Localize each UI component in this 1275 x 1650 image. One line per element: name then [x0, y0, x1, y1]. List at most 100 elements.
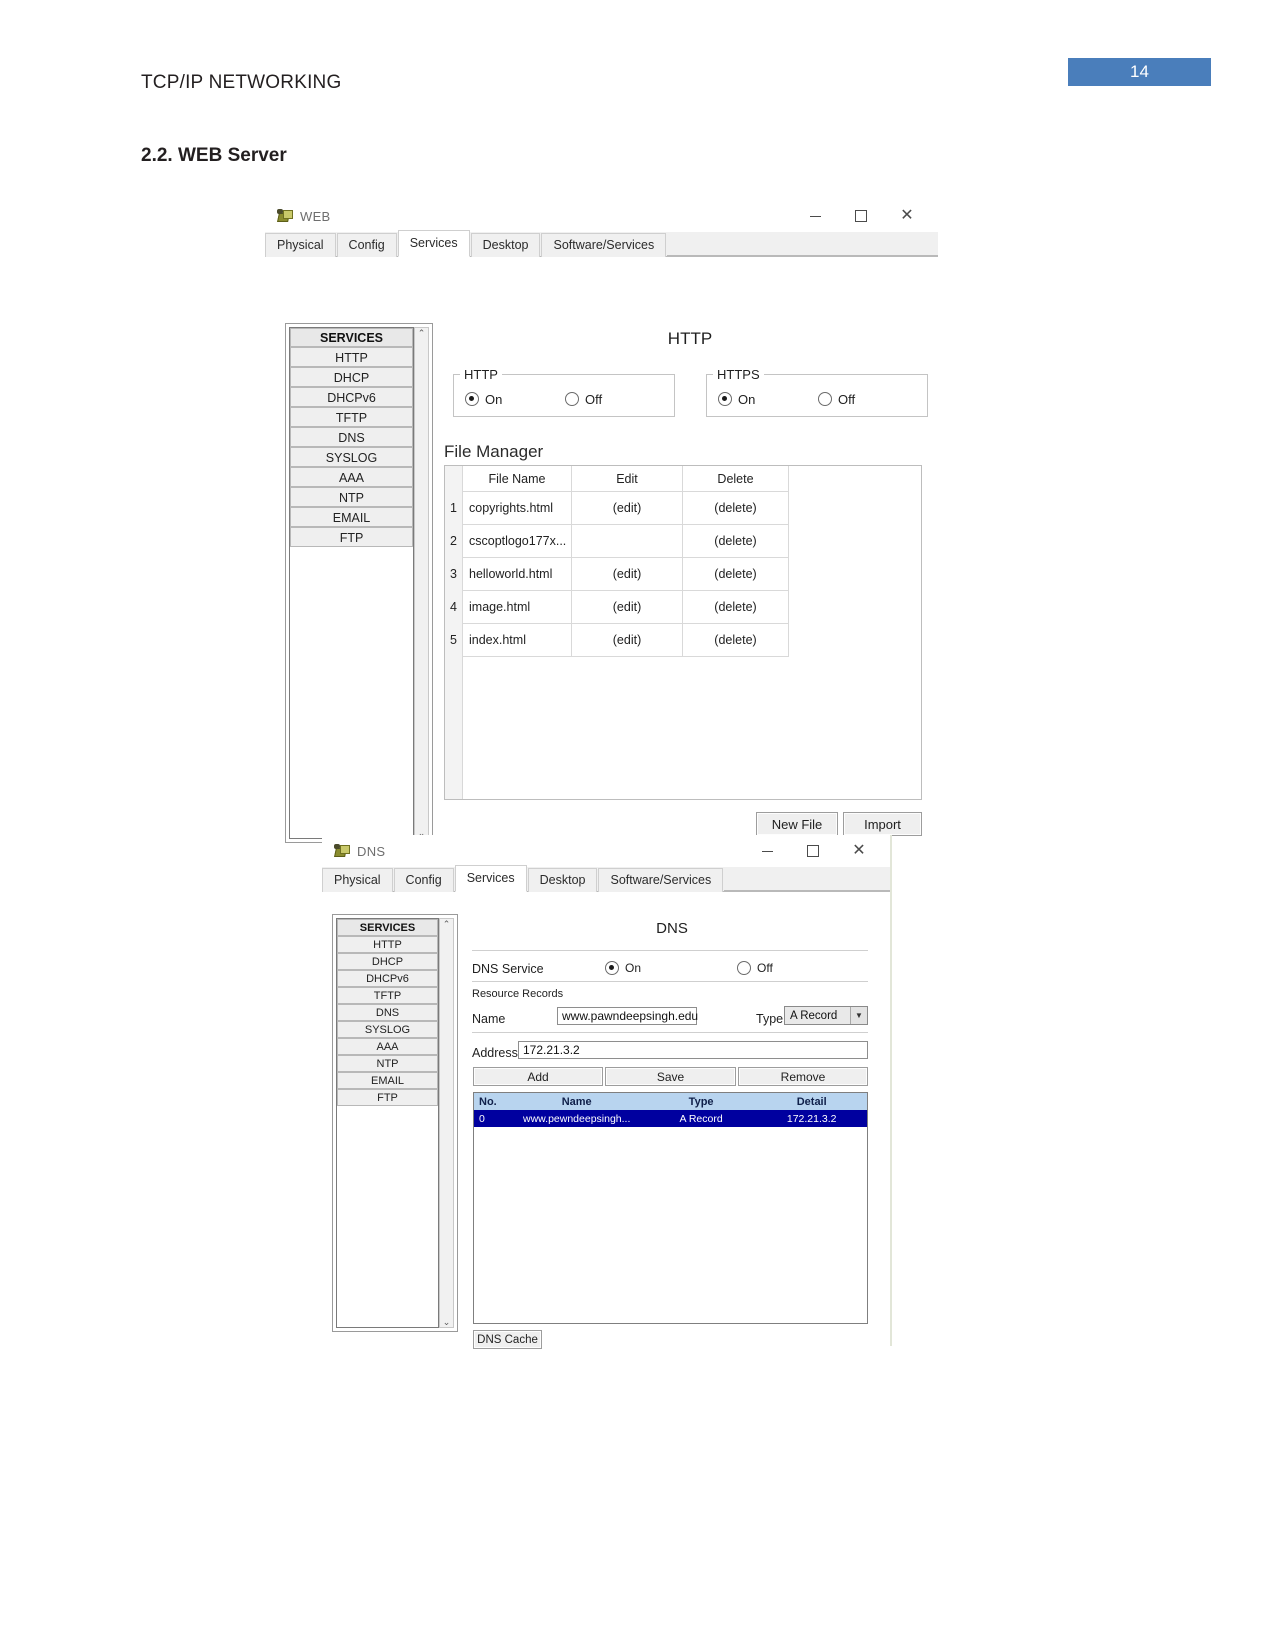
radio-empty-icon — [737, 961, 751, 975]
maximize-icon[interactable] — [838, 200, 884, 232]
tab-desktop[interactable]: Desktop — [527, 868, 598, 892]
https-off-label: Off — [838, 391, 856, 407]
address-input[interactable]: 172.21.3.2 — [518, 1041, 868, 1059]
services-list-header: SERVICES — [337, 919, 438, 936]
https-on-radio[interactable]: On — [718, 392, 818, 407]
dns-off-label: Off — [757, 961, 773, 975]
sidebar-item-aaa[interactable]: AAA — [290, 467, 413, 487]
column-type: Type — [688, 1095, 714, 1108]
http-off-radio[interactable]: Off — [565, 392, 602, 407]
close-icon[interactable]: ✕ — [836, 835, 882, 867]
name-input[interactable]: www.pawndeepsingh.edu — [557, 1007, 698, 1025]
dns-window-body: SERVICES HTTP DHCP DHCPv6 TFTP DNS SYSLO… — [322, 892, 890, 1349]
tab-config[interactable]: Config — [336, 233, 397, 257]
dns-window-titlebar: DNS ✕ — [322, 835, 890, 867]
https-radio-row: On Off — [707, 382, 927, 416]
cell-file-name: cscoptlogo177x... — [462, 524, 572, 558]
sidebar-item-email[interactable]: EMAIL — [337, 1072, 438, 1089]
tab-services[interactable]: Services — [454, 865, 527, 892]
sidebar-scrollbar[interactable]: ⌃ ⌄ — [414, 327, 429, 839]
sidebar-scrollbar[interactable]: ⌃ ⌄ — [439, 918, 454, 1328]
https-off-radio[interactable]: Off — [818, 392, 855, 407]
tab-desktop[interactable]: Desktop — [470, 233, 541, 257]
http-radio-row: On Off — [454, 382, 674, 416]
sidebar-item-dhcp[interactable]: DHCP — [337, 953, 438, 970]
sidebar-item-ntp[interactable]: NTP — [290, 487, 413, 507]
scroll-up-icon[interactable]: ⌃ — [418, 328, 426, 338]
new-file-button[interactable]: New File — [756, 812, 838, 836]
table-row: 2 cscoptlogo177x... (delete) — [445, 524, 789, 558]
maximize-icon[interactable] — [790, 835, 836, 867]
sidebar-item-http[interactable]: HTTP — [337, 936, 438, 953]
sidebar-item-tftp[interactable]: TFTP — [290, 407, 413, 427]
delete-link[interactable]: (delete) — [682, 491, 789, 525]
tab-software-services[interactable]: Software/Services — [541, 233, 667, 257]
web-server-window: WEB ✕ Physical Config Services Desktop S… — [265, 200, 938, 843]
remove-button[interactable]: Remove — [738, 1067, 868, 1086]
name-label: Name — [472, 1012, 506, 1026]
tab-software-services[interactable]: Software/Services — [598, 868, 724, 892]
web-window-body: SERVICES HTTP DHCP DHCPv6 TFTP DNS SYSLO… — [265, 257, 938, 843]
delete-link[interactable]: (delete) — [682, 524, 789, 558]
sidebar-item-syslog[interactable]: SYSLOG — [290, 447, 413, 467]
section-heading: 2.2. WEB Server — [141, 145, 287, 166]
web-services-sidebar: SERVICES HTTP DHCP DHCPv6 TFTP DNS SYSLO… — [285, 323, 433, 843]
sidebar-item-dns[interactable]: DNS — [337, 1004, 438, 1021]
sidebar-item-aaa[interactable]: AAA — [337, 1038, 438, 1055]
http-off-label: Off — [585, 391, 603, 407]
sidebar-item-email[interactable]: EMAIL — [290, 507, 413, 527]
delete-link[interactable]: (delete) — [682, 557, 789, 591]
chevron-down-icon[interactable]: ▼ — [850, 1007, 867, 1024]
import-button[interactable]: Import — [843, 812, 922, 836]
column-detail: Detail — [796, 1095, 827, 1108]
minimize-icon[interactable] — [744, 835, 790, 867]
cell-file-name: image.html — [462, 590, 572, 624]
edit-link[interactable]: (edit) — [571, 590, 683, 624]
save-button[interactable]: Save — [605, 1067, 736, 1086]
minimize-icon[interactable] — [792, 200, 838, 232]
sidebar-item-dhcpv6[interactable]: DHCPv6 — [337, 970, 438, 987]
tab-physical[interactable]: Physical — [265, 233, 336, 257]
scroll-up-icon[interactable]: ⌃ — [443, 919, 451, 929]
sidebar-item-tftp[interactable]: TFTP — [337, 987, 438, 1004]
dns-service-off-radio[interactable]: Off — [737, 961, 773, 975]
add-button[interactable]: Add — [473, 1067, 603, 1086]
edit-link[interactable] — [571, 524, 683, 558]
sidebar-item-http[interactable]: HTTP — [290, 347, 413, 367]
edit-link[interactable]: (edit) — [571, 623, 683, 657]
radio-empty-icon — [818, 392, 832, 406]
packet-tracer-device-icon — [277, 209, 293, 223]
http-on-radio[interactable]: On — [465, 392, 565, 407]
delete-link[interactable]: (delete) — [682, 590, 789, 624]
sidebar-item-ntp[interactable]: NTP — [337, 1055, 438, 1072]
sidebar-item-ftp[interactable]: FTP — [290, 527, 413, 547]
http-group-legend: HTTP — [464, 367, 498, 382]
edit-link[interactable]: (edit) — [571, 557, 683, 591]
type-select[interactable]: A Record ▼ — [784, 1006, 868, 1025]
column-name: Name — [561, 1095, 592, 1108]
dns-service-on-radio[interactable]: On — [605, 961, 641, 975]
sidebar-item-dhcpv6[interactable]: DHCPv6 — [290, 387, 413, 407]
type-select-value: A Record — [790, 1009, 838, 1022]
close-icon[interactable]: ✕ — [884, 200, 930, 232]
tab-physical[interactable]: Physical — [322, 868, 393, 892]
tab-services[interactable]: Services — [397, 230, 470, 257]
web-window-controls: ✕ — [792, 200, 930, 232]
scroll-down-icon[interactable]: ⌄ — [443, 1317, 451, 1327]
tab-config[interactable]: Config — [393, 868, 454, 892]
divider — [472, 1032, 868, 1033]
type-label: Type — [756, 1012, 784, 1026]
file-manager-table: File Name Edit Delete 1 copyrights.html … — [445, 466, 789, 657]
delete-link[interactable]: (delete) — [682, 623, 789, 657]
row-number: 1 — [445, 491, 463, 525]
edit-link[interactable]: (edit) — [571, 491, 683, 525]
dns-window-title: DNS — [357, 843, 386, 859]
resource-records-label: Resource Records — [472, 988, 564, 1000]
sidebar-item-dhcp[interactable]: DHCP — [290, 367, 413, 387]
sidebar-item-syslog[interactable]: SYSLOG — [337, 1021, 438, 1038]
sidebar-item-ftp[interactable]: FTP — [337, 1089, 438, 1106]
sidebar-item-dns[interactable]: DNS — [290, 427, 413, 447]
dns-cache-button[interactable]: DNS Cache — [473, 1330, 542, 1349]
table-row[interactable]: 0 www.pewndeepsingh... A Record 172.21.3… — [474, 1110, 867, 1127]
cell-name: www.pewndeepsingh... — [522, 1112, 631, 1125]
